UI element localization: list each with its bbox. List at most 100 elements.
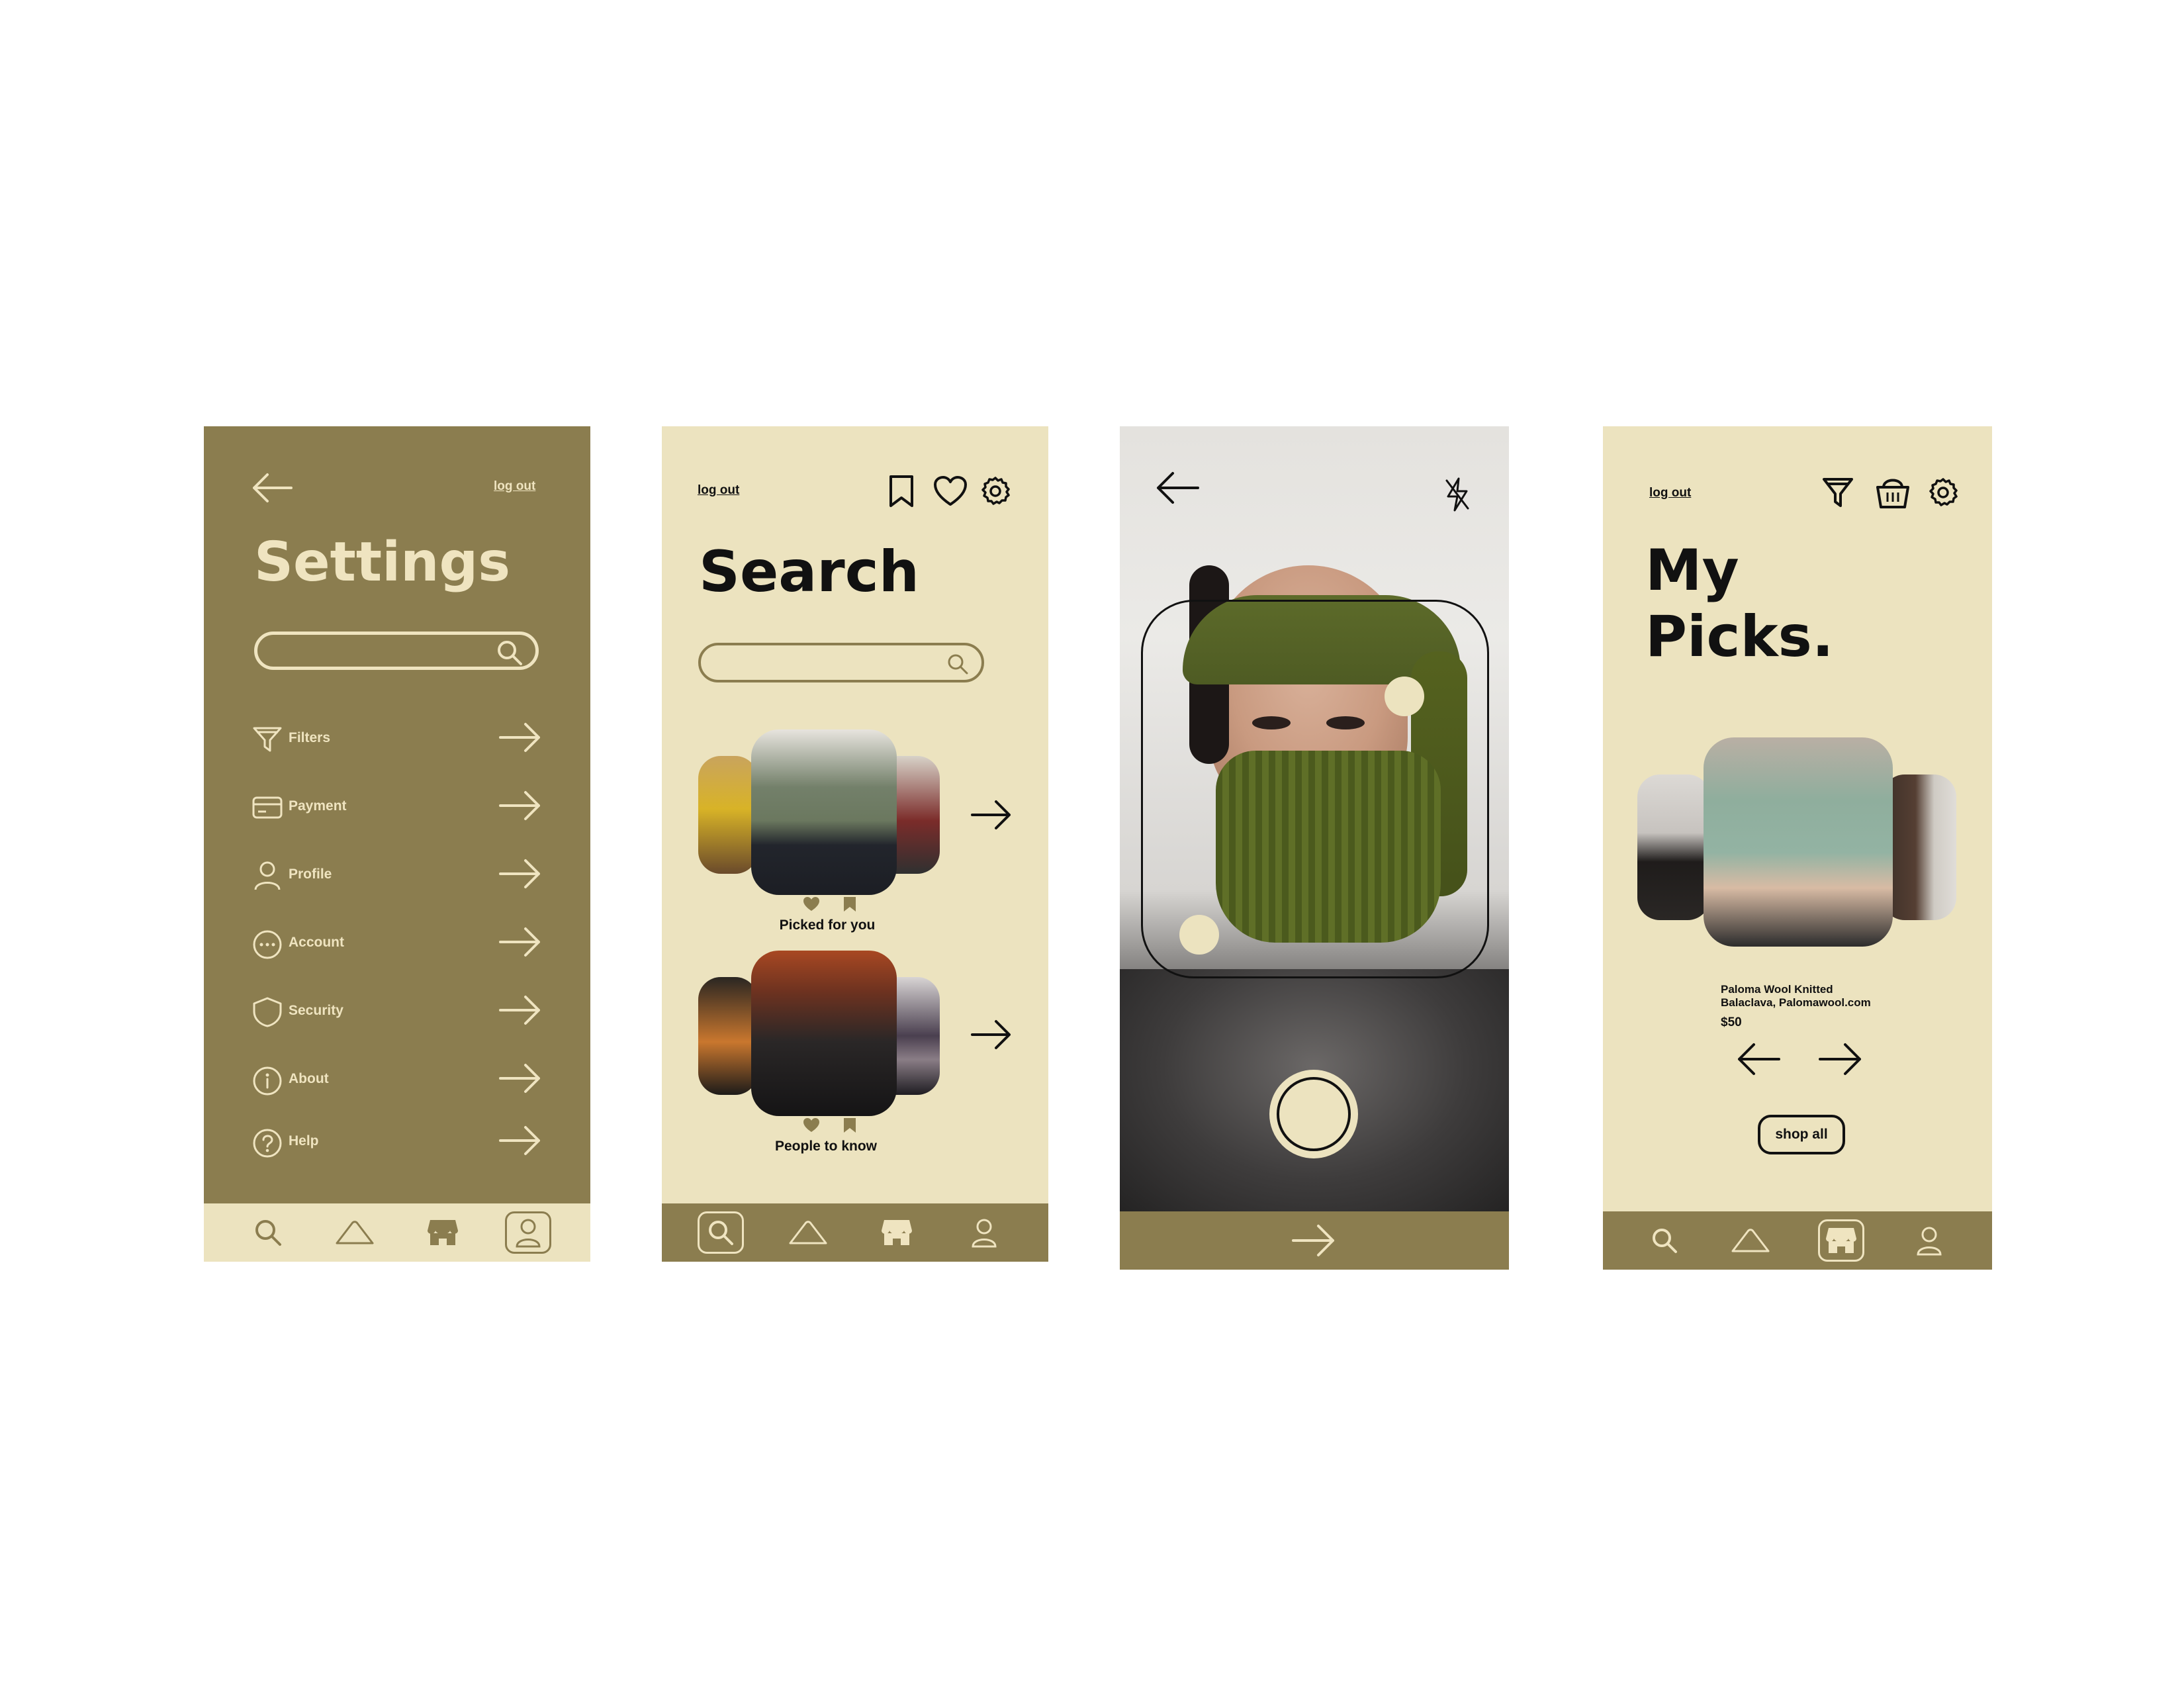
nav-profile[interactable] — [1906, 1219, 1952, 1262]
product-name: Paloma Wool Knitted Balaclava, Palomawoo… — [1721, 983, 1871, 1009]
nav-search[interactable] — [245, 1211, 291, 1254]
filter-icon — [251, 723, 283, 755]
nav-shop[interactable] — [874, 1211, 920, 1254]
filter-icon[interactable] — [1821, 475, 1854, 510]
carousel-picked-for-you[interactable] — [698, 729, 1016, 928]
bookmark-icon[interactable] — [887, 474, 916, 508]
product-name-line1: Paloma Wool Knitted — [1721, 983, 1833, 996]
arrow-right-icon[interactable] — [498, 1062, 543, 1094]
home-icon — [1731, 1229, 1770, 1252]
logout-link[interactable]: log out — [494, 479, 535, 494]
info-icon — [251, 1064, 283, 1096]
page-title-line1: My — [1645, 538, 1739, 604]
home-icon — [336, 1221, 374, 1244]
menu-item-security[interactable]: Security — [251, 990, 543, 1030]
picks-screen: log out My Picks. Paloma Wool Knitted Ba… — [1603, 426, 1992, 1270]
nav-shop[interactable] — [420, 1211, 466, 1254]
menu-item-label: Security — [289, 1003, 343, 1018]
nav-home[interactable] — [1727, 1219, 1774, 1262]
heart-icon[interactable] — [933, 475, 968, 507]
help-icon — [251, 1126, 283, 1158]
arrow-right-icon[interactable] — [498, 722, 543, 753]
back-arrow-icon[interactable] — [1154, 470, 1201, 506]
next-arrow-icon[interactable] — [1817, 1042, 1864, 1076]
shop-icon — [1826, 1228, 1856, 1253]
nav-profile[interactable] — [505, 1211, 551, 1254]
back-arrow-icon[interactable] — [250, 471, 294, 504]
nav-shop[interactable] — [1818, 1219, 1864, 1262]
product-carousel[interactable] — [1637, 737, 1959, 949]
settings-screen: log out Settings Filters Payment Profile… — [204, 426, 590, 1262]
nav-search[interactable] — [698, 1211, 744, 1254]
menu-item-label: Help — [289, 1133, 319, 1149]
bottom-nav — [662, 1203, 1048, 1262]
menu-item-profile[interactable]: Profile — [251, 854, 543, 894]
save-icon[interactable] — [842, 896, 857, 912]
search-input[interactable] — [254, 632, 539, 670]
carousel-photo-center[interactable] — [751, 951, 897, 1116]
shop-all-button[interactable]: shop all — [1758, 1115, 1845, 1154]
carousel-photo-left[interactable] — [698, 977, 758, 1095]
gear-icon[interactable] — [1927, 477, 1959, 508]
shutter-button[interactable] — [1269, 1070, 1358, 1158]
arrow-right-icon[interactable] — [498, 1125, 543, 1156]
menu-item-about[interactable]: About — [251, 1058, 543, 1098]
carousel-photo-center[interactable] — [1704, 737, 1893, 947]
previous-arrow-icon[interactable] — [1735, 1042, 1782, 1076]
arrow-right-icon[interactable] — [498, 790, 543, 821]
menu-item-label: Payment — [289, 798, 347, 814]
nav-home[interactable] — [785, 1211, 831, 1254]
logout-link[interactable]: log out — [1649, 486, 1691, 500]
user-icon — [516, 1219, 541, 1248]
home-icon — [789, 1221, 827, 1244]
shield-icon — [251, 996, 283, 1027]
dots-circle-icon — [251, 927, 283, 959]
credit-card-icon — [251, 791, 283, 823]
arrow-right-icon[interactable] — [970, 1018, 1013, 1051]
logout-link[interactable]: log out — [698, 483, 739, 498]
search-icon — [1653, 1229, 1677, 1253]
search-screen: log out Search Picked for you People to … — [662, 426, 1048, 1262]
carousel-photo-center[interactable] — [751, 729, 897, 895]
carousel-photo-left[interactable] — [1637, 774, 1710, 920]
nav-search[interactable] — [1641, 1219, 1688, 1262]
menu-item-help[interactable]: Help — [251, 1121, 543, 1160]
search-input[interactable] — [698, 643, 984, 682]
carousel-photo-right[interactable] — [1882, 774, 1956, 920]
like-icon[interactable] — [803, 1117, 820, 1133]
arrow-right-icon[interactable] — [498, 994, 543, 1026]
save-icon[interactable] — [842, 1117, 857, 1133]
carousel-caption: Picked for you — [779, 917, 876, 933]
camera-screen — [1120, 426, 1509, 1270]
basket-icon[interactable] — [1876, 474, 1910, 510]
bottom-nav — [204, 1203, 590, 1262]
shop-icon — [882, 1220, 912, 1245]
user-icon — [972, 1219, 997, 1248]
camera-bottom-bar — [1120, 1211, 1509, 1270]
carousel-photo-left[interactable] — [698, 756, 758, 874]
arrow-right-icon[interactable] — [498, 858, 543, 890]
nav-home[interactable] — [332, 1211, 378, 1254]
menu-item-filters[interactable]: Filters — [251, 718, 543, 757]
search-icon[interactable] — [496, 639, 523, 667]
menu-item-label: Account — [289, 935, 344, 950]
menu-item-account[interactable]: Account — [251, 922, 543, 962]
arrow-right-icon[interactable] — [970, 798, 1013, 831]
like-icon[interactable] — [803, 896, 820, 912]
flash-off-icon[interactable] — [1444, 477, 1471, 512]
page-title: My Picks. — [1645, 538, 1834, 670]
product-price: $50 — [1721, 1015, 1742, 1029]
arrow-right-icon[interactable] — [1291, 1223, 1337, 1258]
menu-item-payment[interactable]: Payment — [251, 786, 543, 825]
gear-icon[interactable] — [979, 475, 1011, 507]
carousel-people-to-know[interactable] — [698, 951, 1016, 1149]
arrow-right-icon[interactable] — [498, 926, 543, 958]
shop-icon — [428, 1220, 458, 1245]
focus-point-marker[interactable] — [1385, 677, 1424, 716]
focus-point-marker[interactable] — [1179, 915, 1219, 955]
user-icon — [251, 859, 283, 891]
search-icon[interactable] — [946, 652, 970, 676]
menu-item-label: Filters — [289, 730, 331, 745]
nav-profile[interactable] — [961, 1211, 1007, 1254]
page-title: Search — [699, 539, 919, 605]
